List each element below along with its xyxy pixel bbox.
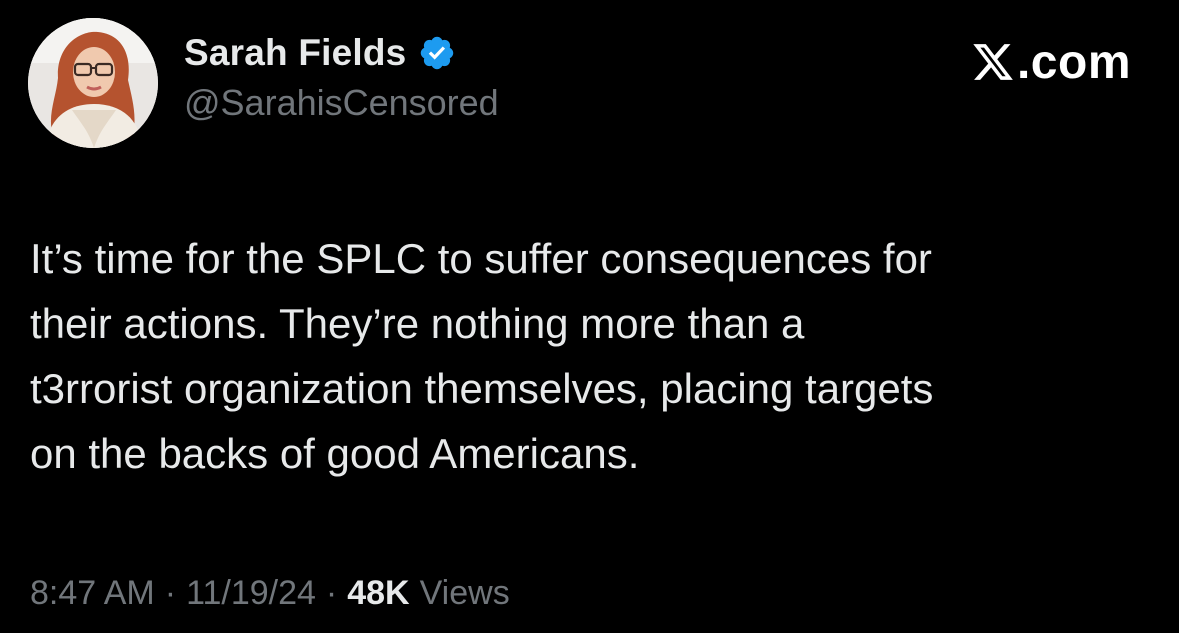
views-count[interactable]: 48K [347,574,409,613]
tweet-text-line: on the backs of good Americans. [30,430,640,477]
tweet-text-line: their actions. They’re nothing more than… [30,300,805,347]
views-label: Views [419,574,510,612]
tweet-card: Sarah Fields @SarahisCensored .com It’s … [0,0,1179,633]
tweet-text-line: It’s time for the SPLC to suffer consequ… [30,235,932,282]
site-mark: .com [971,35,1131,89]
author-handle[interactable]: @SarahisCensored [184,82,499,124]
x-logo-icon [971,40,1015,84]
avatar-image [28,18,158,148]
tweet-date[interactable]: 11/19/24 [186,574,316,613]
meta-separator: · [164,574,177,612]
tweet-time[interactable]: 8:47 AM [30,574,155,613]
avatar[interactable] [28,18,158,148]
author-display-name[interactable]: Sarah Fields [184,32,406,74]
tweet-text-line: t3rrorist organization themselves, placi… [30,365,934,412]
tweet-text: It’s time for the SPLC to suffer consequ… [30,226,1155,486]
tweet-meta: 8:47 AM · 11/19/24 · 48K Views [30,574,510,613]
verified-badge-icon [418,34,456,72]
name-row: Sarah Fields [184,28,499,78]
meta-separator: · [325,574,338,612]
site-domain-text: .com [1016,35,1131,89]
author-identity: Sarah Fields @SarahisCensored [184,28,499,124]
